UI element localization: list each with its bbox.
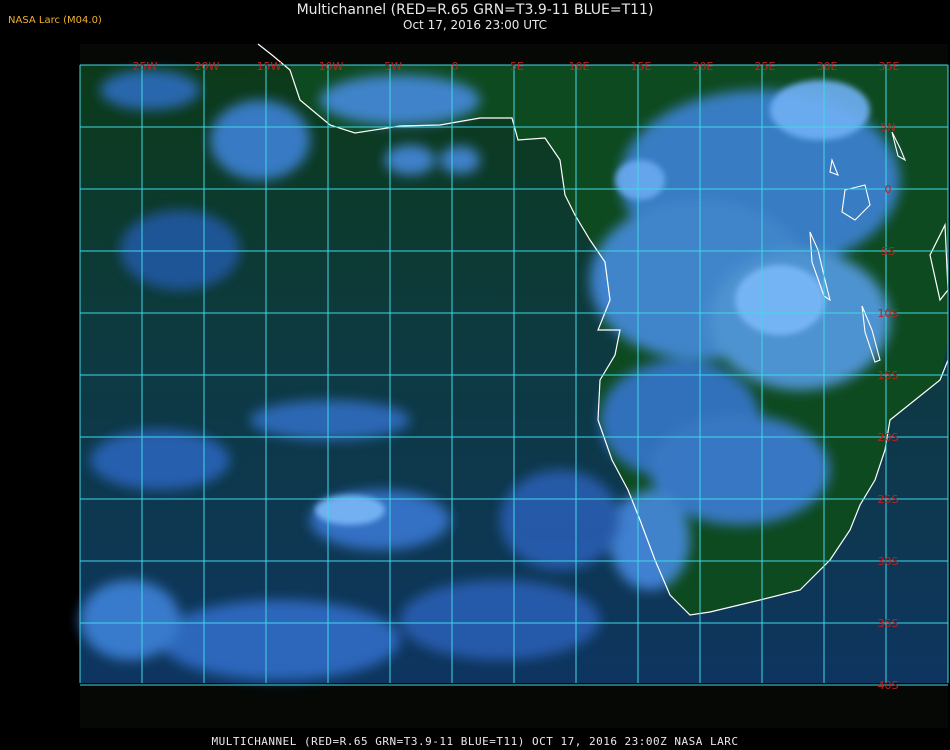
lat-label: 10S: [878, 307, 899, 320]
lon-label: 5E: [510, 60, 524, 73]
lon-label: 20E: [693, 60, 714, 73]
lat-label: 30S: [878, 555, 899, 568]
lat-label: 15S: [878, 369, 899, 382]
lon-label: 20W: [195, 60, 220, 73]
footer-caption: MULTICHANNEL (RED=R.65 GRN=T3.9-11 BLUE=…: [211, 735, 739, 748]
lon-label: 5W: [384, 60, 402, 73]
lon-label: 25E: [755, 60, 776, 73]
lat-label: 20S: [878, 431, 899, 444]
lon-label: 15W: [257, 60, 282, 73]
lat-label: 5S: [881, 245, 895, 258]
satellite-map: 25W 20W 15W 10W 5W 0 5E 10E 15E 20E 25E 30E 35E 5N 0 5…: [79, 43, 949, 728]
lon-label: 30E: [817, 60, 838, 73]
lat-label: 0: [885, 183, 892, 196]
lon-label: 15E: [631, 60, 652, 73]
lon-label: 25W: [133, 60, 158, 73]
lat-label: 5N: [880, 121, 895, 134]
lon-label: 35E: [879, 60, 900, 73]
lon-label: 0: [452, 60, 459, 73]
lon-label: 10E: [569, 60, 590, 73]
lon-label: 10W: [319, 60, 344, 73]
lat-label: 25S: [878, 493, 899, 506]
lat-label: 40S: [878, 679, 899, 692]
lat-label: 35S: [878, 617, 899, 630]
